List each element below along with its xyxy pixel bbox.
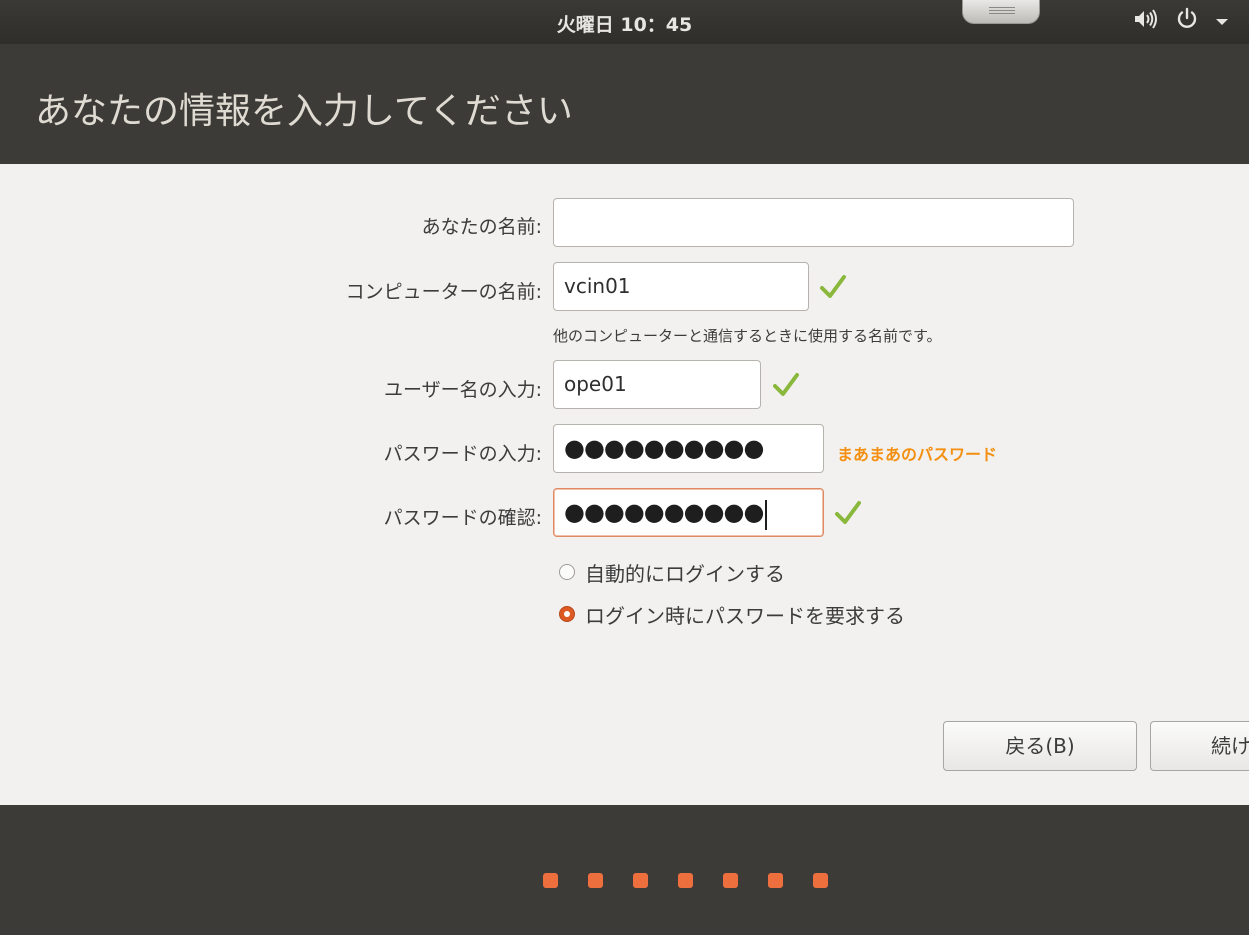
computer-name-input[interactable]: vcin01 <box>553 262 809 311</box>
name-label: あなたの名前: <box>421 216 542 238</box>
installer-window: 火曜日 10：45 あなたの情報を入力してください あなたの名前: コンピュータ… <box>0 0 1249 935</box>
top-panel: 火曜日 10：45 <box>0 0 1249 44</box>
computer-name-hint: 他のコンピューターと通信するときに使用する名前です。 <box>553 327 942 345</box>
user-info-form: あなたの名前: コンピューターの名前: vcin01 他のコンピューターと通信す… <box>0 164 1249 805</box>
auto-login-option[interactable]: 自動的にログインする <box>559 558 785 586</box>
username-input[interactable]: ope01 <box>553 360 761 409</box>
progress-dot <box>813 873 828 888</box>
system-tray <box>1133 7 1229 35</box>
progress-dot <box>723 873 738 888</box>
volume-icon[interactable] <box>1133 9 1159 33</box>
clock[interactable]: 火曜日 10：45 <box>0 10 1249 37</box>
password-value: ●●●●●●●●●● <box>564 434 764 462</box>
confirm-password-value: ●●●●●●●●●● <box>564 498 764 526</box>
computer-name-label: コンピューターの名前: <box>345 281 542 303</box>
auto-login-radio[interactable] <box>559 564 575 580</box>
header: あなたの情報を入力してください <box>0 44 1249 164</box>
text-caret <box>765 499 768 530</box>
password-label: パスワードの入力: <box>383 443 542 465</box>
require-password-label: ログイン時にパスワードを要求する <box>585 603 905 628</box>
footer <box>0 805 1249 935</box>
progress-indicator <box>543 873 828 888</box>
progress-dot <box>768 873 783 888</box>
progress-dot <box>543 873 558 888</box>
username-label: ユーザー名の入力: <box>383 379 542 401</box>
continue-button[interactable]: 続け <box>1150 721 1249 771</box>
back-button[interactable]: 戻る(B) <box>943 721 1137 771</box>
computer-name-check-icon <box>820 274 846 304</box>
username-check-icon <box>773 372 799 402</box>
auto-login-label: 自動的にログインする <box>585 561 785 586</box>
require-password-option[interactable]: ログイン時にパスワードを要求する <box>559 600 905 628</box>
menu-arrow-icon[interactable] <box>1215 12 1229 31</box>
panel-handle[interactable] <box>962 0 1040 24</box>
confirm-password-input[interactable]: ●●●●●●●●●● <box>553 488 824 537</box>
progress-dot <box>633 873 648 888</box>
name-input[interactable] <box>553 198 1074 247</box>
confirm-password-label: パスワードの確認: <box>383 507 542 529</box>
progress-dot <box>678 873 693 888</box>
password-input[interactable]: ●●●●●●●●●● <box>553 424 824 473</box>
progress-dot <box>588 873 603 888</box>
password-strength: まあまあのパスワード <box>837 445 998 464</box>
require-password-radio[interactable] <box>559 606 575 622</box>
confirm-password-check-icon <box>835 500 861 530</box>
page-title: あなたの情報を入力してください <box>35 91 573 132</box>
power-icon[interactable] <box>1175 7 1199 35</box>
